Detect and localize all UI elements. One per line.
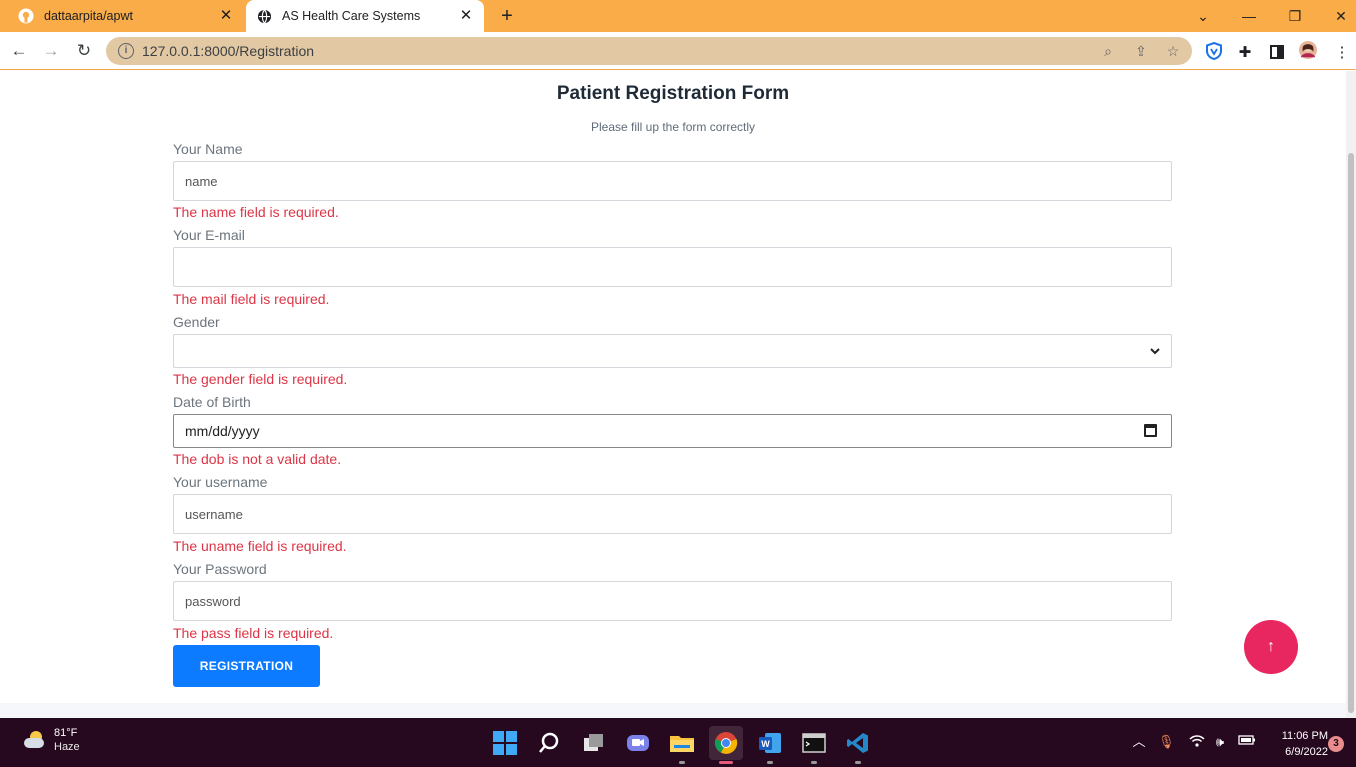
chrome-icon <box>714 732 738 754</box>
email-label: Your E-mail <box>173 227 245 243</box>
form-subtitle: Please fill up the form correctly <box>590 120 756 134</box>
password-placeholder: password <box>185 593 241 609</box>
site-info-icon[interactable]: i <box>118 43 134 59</box>
shield-extension-icon[interactable] <box>1205 42 1223 60</box>
back-to-top-button[interactable]: ↑ <box>1244 620 1298 674</box>
page-scrollbar[interactable] <box>1346 71 1356 718</box>
start-button[interactable] <box>488 726 522 760</box>
microphone-icon[interactable]: 🎙 <box>1158 734 1175 750</box>
zoom-icon[interactable]: ⌕ <box>1100 43 1116 59</box>
page-title: Patient Registration Form <box>556 83 790 104</box>
folder-icon <box>670 736 694 752</box>
file-explorer-button[interactable] <box>665 726 699 764</box>
calendar-icon[interactable] <box>1144 424 1157 437</box>
username-placeholder: username <box>185 506 243 522</box>
share-icon[interactable]: ⇪ <box>1133 43 1149 59</box>
task-view-button[interactable] <box>577 726 611 760</box>
clock-time: 11:06 PM <box>1281 730 1328 742</box>
gender-select[interactable] <box>173 334 1172 368</box>
username-label: Your username <box>173 474 268 490</box>
browser-tab-bar: dattaarpita/apwt ✕ AS Health Care System… <box>0 0 1356 32</box>
dob-input[interactable]: mm/dd/yyyy <box>173 414 1172 448</box>
close-tab-icon[interactable]: ✕ <box>218 8 234 24</box>
name-error: The name field is required. <box>173 204 339 220</box>
password-input[interactable]: password <box>173 581 1172 621</box>
password-error: The pass field is required. <box>173 625 334 641</box>
clock-date: 6/9/2022 <box>1285 746 1328 758</box>
dob-label: Date of Birth <box>173 394 251 410</box>
weather-widget[interactable]: 81°F Haze <box>24 726 80 754</box>
word-icon: W <box>759 733 781 753</box>
url-text: 127.0.0.1:8000/Registration <box>142 43 315 59</box>
side-panel-icon[interactable] <box>1268 43 1286 61</box>
arrow-up-icon: ↑ <box>1267 638 1275 655</box>
vscode-button[interactable] <box>841 726 875 764</box>
terminal-icon <box>802 733 826 753</box>
dob-error: The dob is not a valid date. <box>173 451 342 467</box>
minimize-button[interactable]: — <box>1226 0 1272 32</box>
forward-arrow-icon[interactable]: → <box>38 38 64 64</box>
close-tab-icon[interactable]: ✕ <box>458 8 474 24</box>
new-tab-button[interactable]: + <box>496 5 518 27</box>
chevron-down-icon <box>1149 343 1161 359</box>
globe-icon <box>256 8 272 24</box>
password-label: Your Password <box>173 561 267 577</box>
system-clock[interactable]: 11:06 PM 6/9/2022 <box>1266 728 1328 760</box>
registration-button[interactable]: REGISTRATION <box>173 645 320 687</box>
weather-haze-icon <box>24 731 46 749</box>
chat-icon <box>627 735 649 751</box>
tab-title: AS Health Care Systems <box>282 9 421 23</box>
vscode-icon <box>847 733 868 753</box>
name-label: Your Name <box>173 141 243 157</box>
email-error: The mail field is required. <box>173 291 330 307</box>
close-window-button[interactable]: ✕ <box>1318 0 1356 32</box>
browser-toolbar: ← → ↻ i 127.0.0.1:8000/Registration ⌕ ⇪ … <box>0 32 1356 70</box>
gender-error: The gender field is required. <box>173 371 348 387</box>
notification-badge[interactable]: 3 <box>1328 736 1344 752</box>
address-bar[interactable]: i 127.0.0.1:8000/Registration ⌕ ⇪ ☆ <box>106 37 1192 65</box>
volume-icon[interactable]: 🕪 <box>1212 734 1228 750</box>
username-error: The uname field is required. <box>173 538 347 554</box>
bookmark-star-icon[interactable]: ☆ <box>1165 43 1181 59</box>
search-button[interactable] <box>532 726 566 760</box>
restore-button[interactable]: ❐ <box>1272 0 1318 32</box>
dob-placeholder: mm/dd/yyyy <box>185 423 260 439</box>
wifi-icon[interactable] <box>1189 734 1205 750</box>
tab-github[interactable]: dattaarpita/apwt ✕ <box>8 0 244 32</box>
terminal-button[interactable] <box>797 726 831 764</box>
email-input[interactable] <box>173 247 1172 287</box>
taskbar: 81°F Haze W ︿ 🎙 🕪 11:06 PM 6/9/2022 3 <box>0 718 1356 767</box>
weather-condition: Haze <box>54 741 80 753</box>
name-placeholder: name <box>185 173 218 189</box>
tab-title: dattaarpita/apwt <box>44 9 133 23</box>
username-input[interactable]: username <box>173 494 1172 534</box>
name-input[interactable]: name <box>173 161 1172 201</box>
windows-logo-icon <box>493 731 517 755</box>
gender-label: Gender <box>173 314 220 330</box>
profile-avatar[interactable] <box>1299 41 1317 59</box>
task-view-icon <box>584 734 603 751</box>
show-hidden-icons-chevron[interactable]: ︿ <box>1131 734 1147 750</box>
page-content: Patient Registration Form Please fill up… <box>0 71 1346 703</box>
battery-icon[interactable] <box>1238 734 1255 750</box>
scrollbar-thumb[interactable] <box>1348 153 1354 713</box>
svg-text:W: W <box>761 739 770 749</box>
tab-health-care[interactable]: AS Health Care Systems ✕ <box>246 0 484 32</box>
search-icon <box>539 732 559 753</box>
tab-search-icon[interactable]: ⌄ <box>1180 0 1226 32</box>
back-arrow-icon[interactable]: ← <box>6 38 32 64</box>
extensions-puzzle-icon[interactable]: ✚ <box>1236 43 1254 61</box>
teams-chat-button[interactable] <box>621 726 655 760</box>
chrome-button[interactable] <box>709 726 743 764</box>
word-button[interactable]: W <box>753 726 787 764</box>
reload-icon[interactable]: ↻ <box>71 38 97 64</box>
github-icon <box>18 8 34 24</box>
weather-temperature: 81°F <box>54 727 78 739</box>
page-footer-strip <box>0 703 1346 718</box>
browser-menu-icon[interactable]: ⋮ <box>1333 43 1351 61</box>
